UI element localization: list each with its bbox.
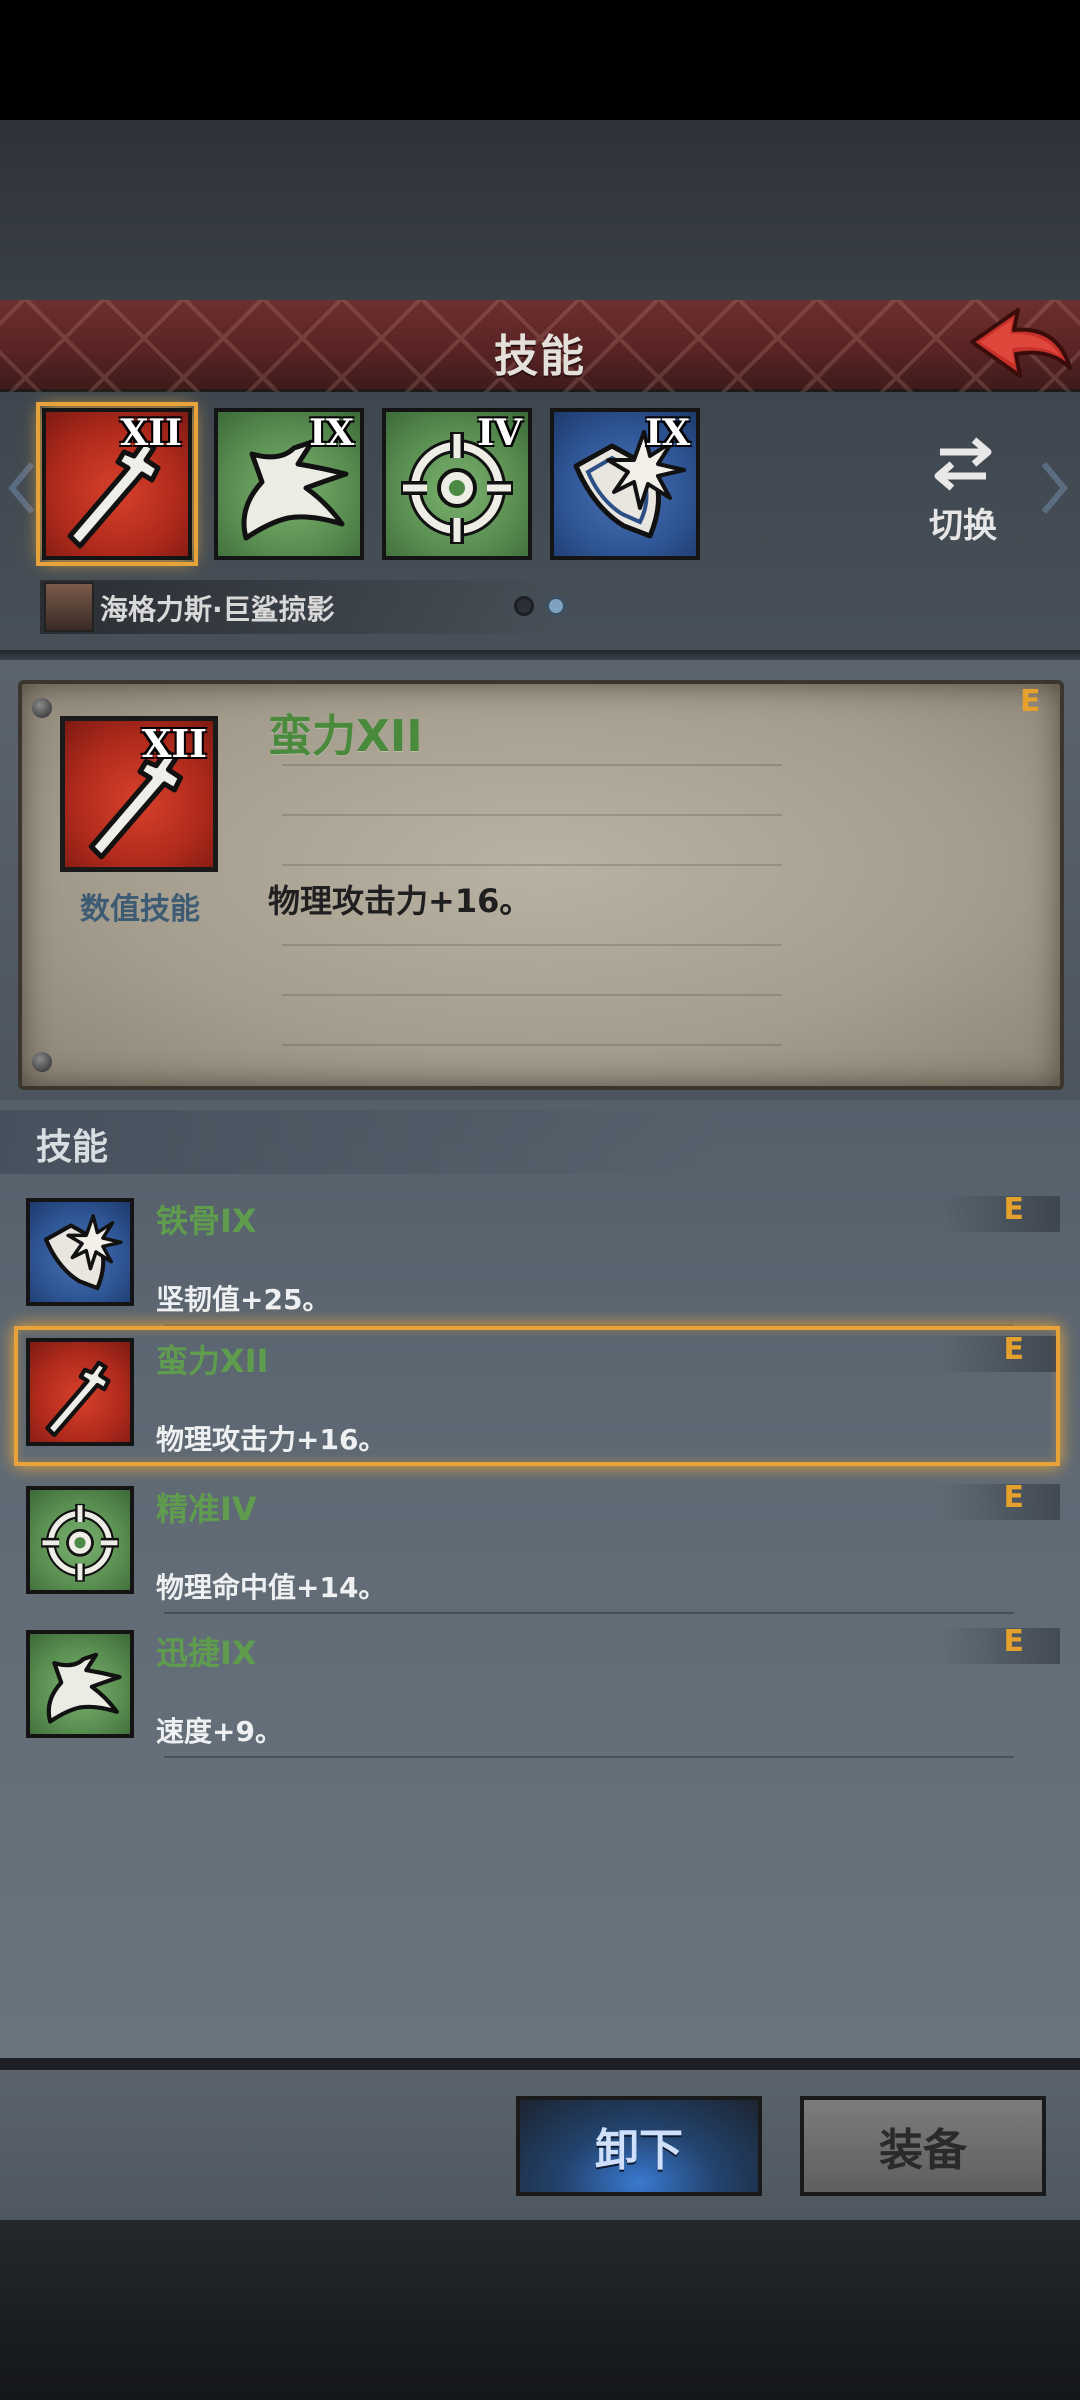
skill-description: 物理命中值+14。 — [156, 1571, 387, 1604]
chevron-left-icon — [8, 462, 35, 514]
skill-name: 迅捷IX — [156, 1634, 257, 1672]
skill-description: 速度+9。 — [156, 1715, 283, 1748]
detail-skill-icon: XII — [60, 716, 218, 872]
rank-tab — [940, 1628, 1060, 1664]
ruled-line — [282, 944, 782, 946]
skill-description: 坚韧值+25。 — [156, 1283, 331, 1316]
prev-arrow-button[interactable] — [6, 458, 36, 518]
pager-dot-1 — [514, 596, 534, 616]
detail-skill-type: 数值技能 — [80, 892, 200, 927]
back-button[interactable] — [966, 302, 1076, 390]
ruled-line — [282, 764, 782, 766]
crosshair-icon — [41, 1503, 119, 1582]
ruled-line — [282, 1044, 782, 1046]
skill-icon — [26, 1198, 134, 1306]
top-skill-slot-1[interactable]: XII — [36, 402, 198, 566]
sword-icon — [45, 1360, 111, 1438]
skill-roman-label: IX — [645, 412, 690, 454]
skill-icon — [26, 1338, 134, 1446]
header-bar: 技能 — [0, 300, 1080, 392]
swap-label: 切换 — [929, 506, 997, 546]
skill-name: 精准IV — [156, 1490, 257, 1528]
detail-skill-rank: E — [1020, 684, 1041, 719]
divider — [0, 2058, 1080, 2070]
skill-icon — [26, 1630, 134, 1738]
chevron-right-icon — [1041, 462, 1068, 514]
hero-name: 海格力斯·巨鲨掠影 — [100, 593, 335, 626]
page-title: 技能 — [494, 331, 586, 382]
row-divider — [164, 1756, 1014, 1758]
detail-skill-description: 物理攻击力+16。 — [268, 882, 532, 920]
skill-roman-label: IX — [309, 412, 354, 454]
skill-description: 物理攻击力+16。 — [156, 1423, 387, 1456]
top-background — [0, 120, 1080, 300]
shield-burst-icon — [43, 1214, 123, 1291]
top-skill-slot-4[interactable]: IX — [550, 408, 700, 560]
rivet — [32, 1052, 52, 1072]
status-bar-area — [0, 0, 1080, 120]
skill-rank: E — [1003, 1480, 1025, 1515]
ruled-line — [282, 864, 782, 866]
divider — [0, 650, 1080, 660]
skill-rank: E — [1003, 1192, 1025, 1227]
ruled-line — [282, 814, 782, 816]
skill-name: 铁骨IX — [156, 1202, 257, 1240]
skill-rank: E — [1003, 1624, 1025, 1659]
rank-tab — [936, 1336, 1056, 1372]
top-skill-slot-3[interactable]: IV — [382, 408, 532, 560]
rank-tab — [940, 1196, 1060, 1232]
skill-list-item[interactable]: 精准IV 物理命中值+14。 E — [14, 1474, 1060, 1614]
swap-arrows-icon — [934, 437, 992, 491]
back-arrow-icon — [970, 308, 1072, 378]
top-skill-slot-2[interactable]: IX — [214, 408, 364, 560]
hero-avatar — [44, 582, 94, 632]
swift-icon — [46, 1652, 122, 1724]
section-title: 技能 — [36, 1127, 109, 1168]
skill-list-item-selected[interactable]: 蛮力XII 物理攻击力+16。 E — [14, 1326, 1060, 1466]
unequip-button[interactable]: 卸下 — [516, 2096, 762, 2196]
next-arrow-button[interactable] — [1040, 458, 1070, 518]
rank-tab — [940, 1484, 1060, 1520]
rivet — [32, 698, 52, 718]
pager-dot-2-active — [546, 596, 566, 616]
bottom-background — [0, 2220, 1080, 2400]
detail-skill-name: 蛮力XII — [268, 711, 423, 762]
skill-roman-label: XII — [141, 721, 207, 766]
ruled-line — [282, 994, 782, 996]
skill-list-item[interactable]: 迅捷IX 速度+9。 E — [14, 1618, 1060, 1758]
skill-roman-label: IV — [477, 412, 522, 454]
skill-list-item[interactable]: 铁骨IX 坚韧值+25。 E — [14, 1186, 1060, 1326]
skill-icon — [26, 1486, 134, 1594]
row-divider — [164, 1612, 1014, 1614]
skill-name: 蛮力XII — [156, 1342, 269, 1380]
skill-roman-label: XII — [120, 412, 182, 454]
skill-rank: E — [1003, 1332, 1025, 1367]
equip-button[interactable]: 装备 — [800, 2096, 1046, 2196]
